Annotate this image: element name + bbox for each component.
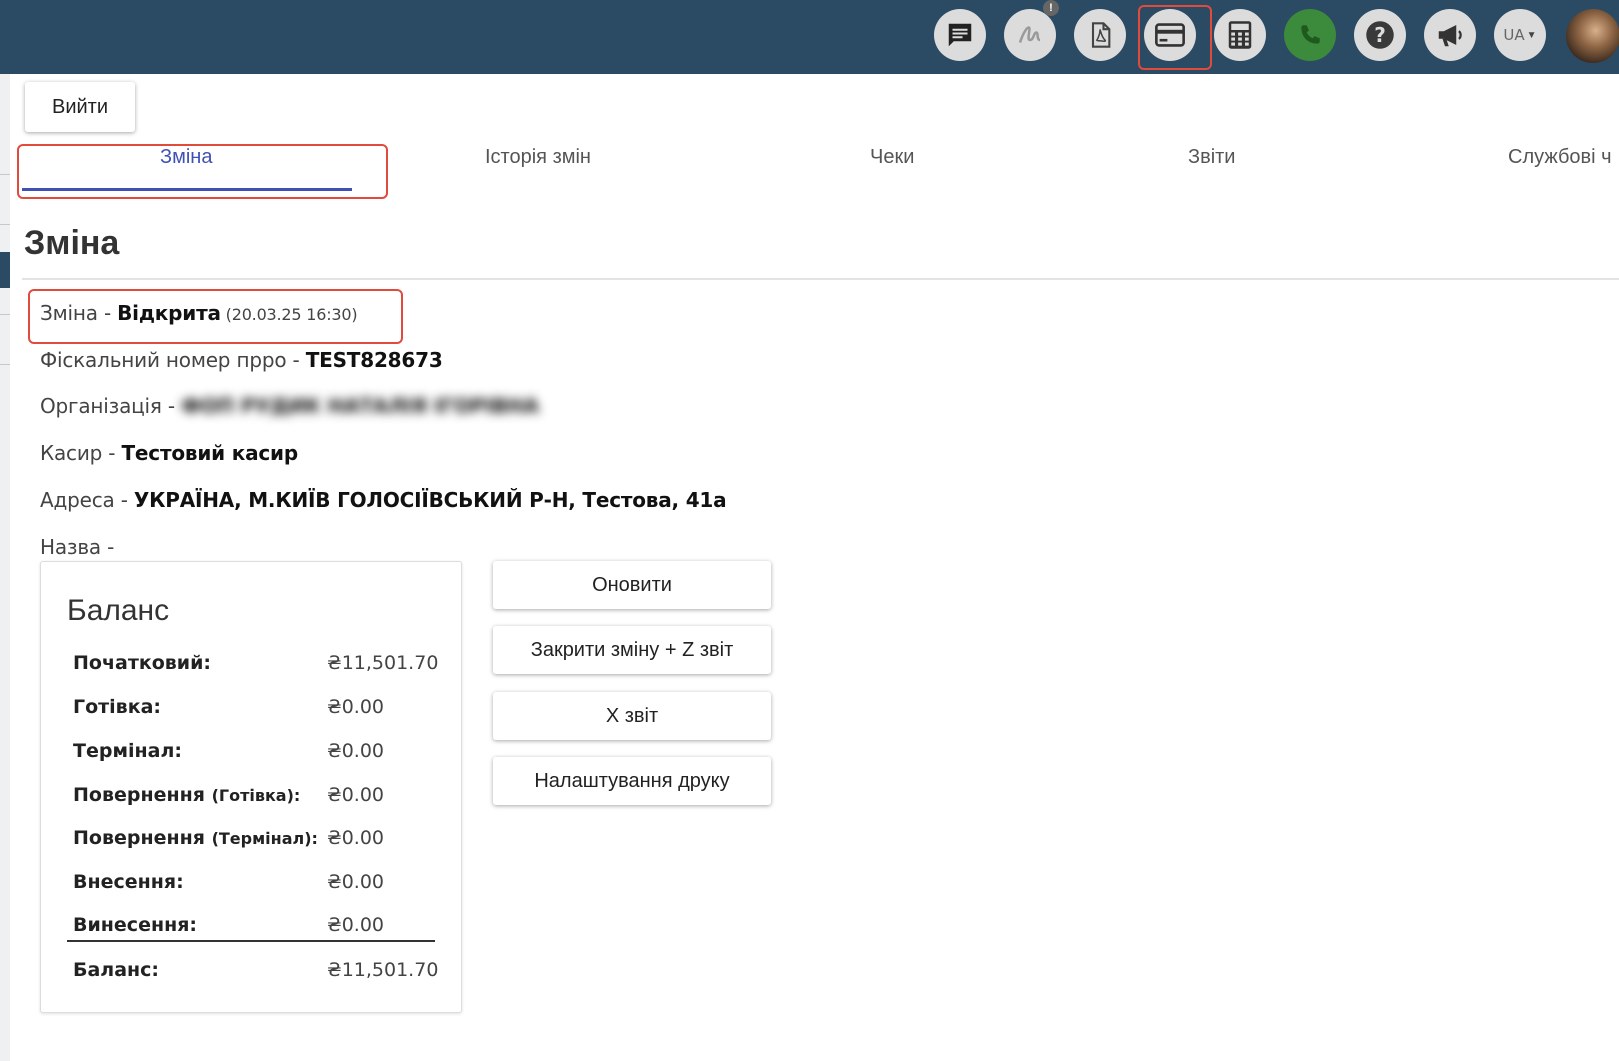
phone-icon[interactable] xyxy=(1284,9,1336,61)
address-value: УКРАЇНА, М.КИЇВ ГОЛОСІЇВСЬКИЙ Р-Н, Тесто… xyxy=(133,488,727,512)
name-line: Назва - xyxy=(40,535,114,559)
language-label: UA xyxy=(1503,26,1525,44)
balance-total-value: ₴11,501.70 xyxy=(327,959,439,981)
divider xyxy=(22,278,1619,280)
chat-icon[interactable] xyxy=(934,9,986,61)
balance-row-label: Початковий: xyxy=(73,652,212,674)
refresh-button[interactable]: Оновити xyxy=(493,561,771,609)
top-header-bar: ! ? UA ▼ xyxy=(0,0,1619,74)
balance-row-label: Повернення (Готівка): xyxy=(73,784,301,806)
cashier-label: Касир - xyxy=(40,441,122,465)
balance-row-label: Внесення: xyxy=(73,871,184,893)
balance-row: Готівка: ₴0.00 xyxy=(73,696,433,726)
print-settings-button[interactable]: Налаштування друку xyxy=(493,757,771,805)
balance-row-label: Готівка: xyxy=(73,696,162,718)
tab-receipts[interactable]: Чеки xyxy=(870,146,914,169)
caret-down-icon: ▼ xyxy=(1526,29,1537,41)
balance-row: Повернення (Готівка): ₴0.00 xyxy=(73,784,433,814)
left-sidebar-edge xyxy=(0,74,10,1061)
address-label: Адреса - xyxy=(40,488,134,512)
balance-row-value: ₴0.00 xyxy=(327,784,385,806)
balance-row: Повернення (Термінал): ₴0.00 xyxy=(73,827,433,857)
avatar[interactable] xyxy=(1566,9,1619,63)
balance-row-value: ₴11,501.70 xyxy=(327,652,439,674)
balance-row-value: ₴0.00 xyxy=(327,871,385,893)
balance-row-label: Термінал: xyxy=(73,740,182,762)
fiscal-number-line: Фіскальний номер прро - TEST828673 xyxy=(40,348,443,372)
tab-service[interactable]: Службові ч xyxy=(1508,146,1612,169)
balance-row: Внесення: ₴0.00 xyxy=(73,871,433,901)
page-title: Зміна xyxy=(24,224,120,262)
balance-row-label: Повернення (Термінал): xyxy=(73,827,318,849)
tab-reports[interactable]: Звіти xyxy=(1188,146,1235,169)
help-icon[interactable]: ? xyxy=(1354,9,1406,61)
balance-title: Баланс xyxy=(67,594,170,627)
organization-label: Організація - xyxy=(40,394,182,418)
highlight-box-card-icon xyxy=(1138,5,1212,70)
balance-card: Баланс Початковий: ₴11,501.70 Готівка: ₴… xyxy=(40,561,462,1013)
balance-row-value: ₴0.00 xyxy=(327,740,385,762)
balance-row-value: ₴0.00 xyxy=(327,827,385,849)
megaphone-icon[interactable] xyxy=(1424,9,1476,61)
organization-line: Організація - ФОП РУДИК НАТАЛІЯ ІГОРІВНА xyxy=(40,394,539,418)
balance-row-value: ₴0.00 xyxy=(327,914,385,936)
balance-total-row: Баланс: ₴11,501.70 xyxy=(73,959,438,989)
x-report-button[interactable]: X звіт xyxy=(493,692,771,740)
highlight-box-shift-status xyxy=(28,289,403,344)
language-selector[interactable]: UA ▼ xyxy=(1494,9,1546,61)
close-shift-z-report-button[interactable]: Закрити зміну + Z звіт xyxy=(493,626,771,674)
address-line: Адреса - УКРАЇНА, М.КИЇВ ГОЛОСІЇВСЬКИЙ Р… xyxy=(40,488,727,512)
exit-button[interactable]: Вийти xyxy=(25,82,135,132)
balance-row-label: Винесення: xyxy=(73,914,198,936)
balance-divider xyxy=(67,940,435,942)
cashier-line: Касир - Тестовий касир xyxy=(40,441,298,465)
name-label: Назва - xyxy=(40,535,115,559)
fiscal-label: Фіскальний номер прро - xyxy=(40,348,306,372)
tab-shift-history[interactable]: Історія змін xyxy=(485,146,591,169)
notification-badge: ! xyxy=(1043,0,1059,16)
organization-name: ФОП РУДИК НАТАЛІЯ ІГОРІВНА xyxy=(181,394,539,418)
calculator-icon[interactable] xyxy=(1214,9,1266,61)
balance-total-label: Баланс: xyxy=(73,959,160,981)
sidebar-active-marker xyxy=(0,252,10,288)
fiscal-number: TEST828673 xyxy=(305,348,443,372)
svg-text:?: ? xyxy=(1374,23,1386,47)
balance-row-value: ₴0.00 xyxy=(327,696,385,718)
balance-row: Початковий: ₴11,501.70 xyxy=(73,652,438,682)
cashier-name: Тестовий касир xyxy=(121,441,298,465)
highlight-box-shift-tab xyxy=(17,144,388,199)
signature-icon[interactable] xyxy=(1004,9,1056,61)
pdf-icon[interactable] xyxy=(1074,9,1126,61)
balance-row: Термінал: ₴0.00 xyxy=(73,740,433,770)
